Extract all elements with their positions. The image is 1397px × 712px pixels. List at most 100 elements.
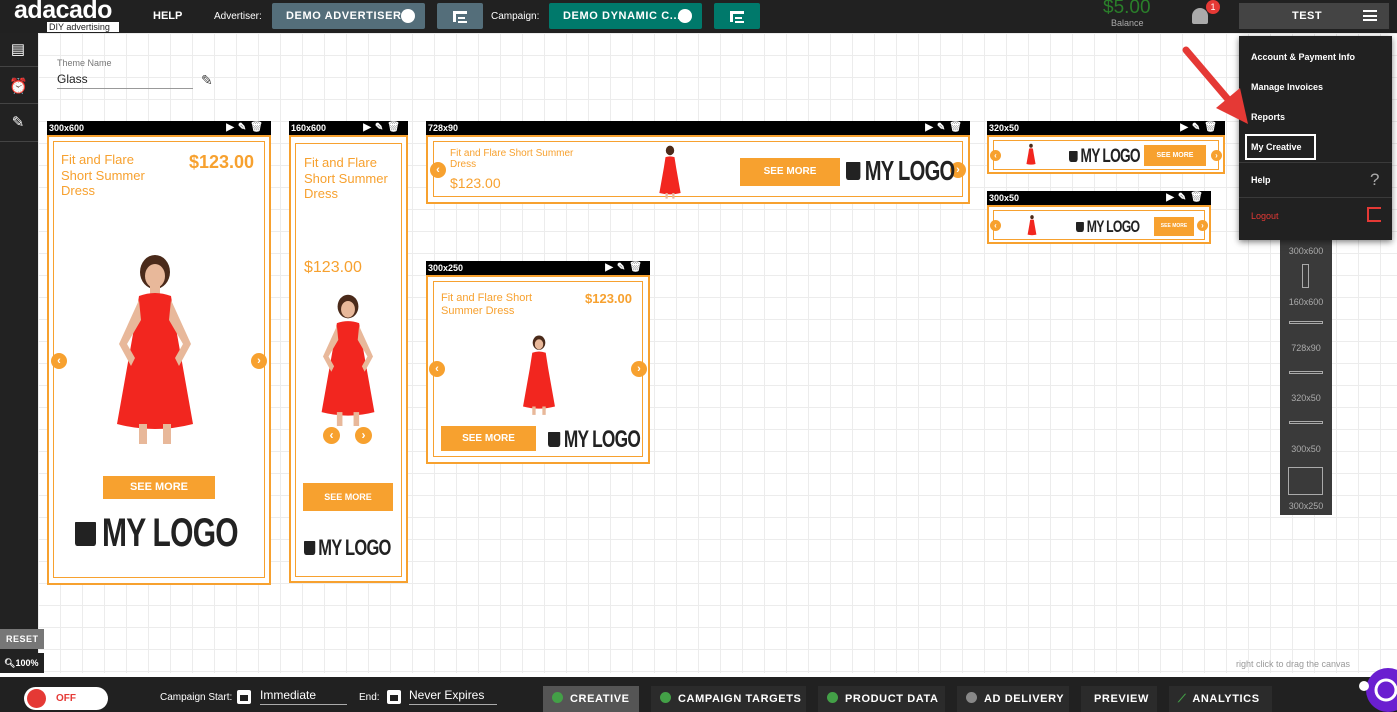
ad-300x50[interactable]: 300x50 ▶✎🗑 ‹ › MY LOGO SEE MORE <box>987 191 1211 244</box>
prev-arrow-icon[interactable]: ‹ <box>429 361 445 377</box>
model-image <box>117 255 193 444</box>
palette-item-300x600[interactable]: 300x600 <box>1280 246 1332 256</box>
ad-300x600[interactable]: 300x600 ▶✎🗑 Fit and Flare Short Summer Dr… <box>47 121 271 585</box>
banner-shape-icon[interactable] <box>1289 421 1323 424</box>
campaign-select[interactable]: DEMO DYNAMIC C... <box>549 3 702 29</box>
toggle-knob[interactable] <box>27 689 46 708</box>
advertiser-tree-button[interactable] <box>437 3 483 29</box>
drag-hint: right click to drag the canvas <box>1236 659 1351 669</box>
prev-arrow-icon[interactable]: ‹ <box>51 353 67 369</box>
hamburger-icon[interactable] <box>1363 10 1377 21</box>
divider <box>1239 197 1392 198</box>
brand-logo: MY LOGO <box>548 426 641 454</box>
tab-creative[interactable]: CREATIVE <box>543 686 639 712</box>
reset-button[interactable]: RESET <box>0 629 44 649</box>
menu-item-invoices[interactable]: Manage Invoices <box>1251 82 1323 92</box>
next-arrow-icon[interactable]: › <box>355 427 372 444</box>
edit-document-icon[interactable]: ✎ <box>9 115 27 131</box>
ad-728x90[interactable]: 728x90 ▶✎🗑 Fit and Flare Short Summer Dre… <box>426 121 970 204</box>
ad-tools[interactable]: ▶✎🗑 <box>1166 191 1207 205</box>
next-arrow-icon[interactable]: › <box>631 361 647 377</box>
ad-320x50[interactable]: 320x50 ▶✎🗑 ‹ › MY LOGO SEE MORE <box>987 121 1225 174</box>
menu-item-help[interactable]: Help <box>1251 175 1271 185</box>
menu-item-account[interactable]: Account & Payment Info <box>1251 52 1355 62</box>
gear-icon[interactable] <box>401 9 415 23</box>
prev-arrow-icon[interactable]: ‹ <box>430 162 446 178</box>
ad-160x600[interactable]: 160x600 ▶✎🗑 Fit and Flare Short Summer Dr… <box>289 121 408 583</box>
menu-item-logout[interactable]: Logout <box>1251 211 1279 221</box>
ad-tools[interactable]: ▶✎🗑 <box>925 121 966 135</box>
palette-item-300x250[interactable]: 300x250 <box>1280 501 1332 511</box>
notification-badge: 1 <box>1206 0 1220 14</box>
campaign-label: Campaign: <box>491 11 540 22</box>
help-icon[interactable]: ? <box>1370 170 1379 190</box>
tab-analytics[interactable]: ⟋ ANALYTICS <box>1169 686 1272 712</box>
tree-icon <box>730 11 744 23</box>
gear-icon[interactable] <box>678 9 692 23</box>
palette-item-728x90[interactable]: 728x90 <box>1280 343 1332 353</box>
logout-icon[interactable] <box>1367 207 1381 222</box>
product-price: $123.00 <box>189 152 255 172</box>
tab-preview[interactable]: PREVIEW <box>1081 686 1157 712</box>
zoom-button[interactable]: 🔍︎100% <box>0 653 44 673</box>
theme-name-input[interactable]: Glass <box>57 72 193 89</box>
see-more-button[interactable]: SEE MORE <box>740 158 840 186</box>
calendar-icon[interactable] <box>237 690 251 704</box>
menu-item-reports[interactable]: Reports <box>1251 112 1285 122</box>
palette-item-320x50[interactable]: 320x50 <box>1280 393 1332 403</box>
banner-shape-icon[interactable] <box>1289 321 1323 324</box>
gallery-icon[interactable]: ▤ <box>9 42 27 58</box>
size-palette: 300x600 160x600 728x90 320x50 300x50 300… <box>1280 238 1332 515</box>
check-circle-icon <box>827 692 838 703</box>
model-image <box>659 145 681 199</box>
prev-arrow-icon[interactable]: ‹ <box>990 220 1001 231</box>
ad-header: 160x600 ▶✎🗑 <box>289 121 408 135</box>
product-title: Fit and Flare Short Summer Dress <box>450 148 574 170</box>
magnifier-icon: 🔍︎ <box>4 658 16 668</box>
palette-item-300x50[interactable]: 300x50 <box>1280 444 1332 454</box>
divider <box>0 66 38 67</box>
banner-shape-icon[interactable] <box>1289 371 1323 374</box>
palette-item-160x600[interactable]: 160x600 <box>1280 297 1332 307</box>
ad-300x250[interactable]: 300x250 ▶✎🗑 Fit and Flare Short Summer Dr… <box>426 261 650 464</box>
alarm-clock-icon[interactable]: ⏰ <box>9 79 28 95</box>
tab-ad-delivery[interactable]: AD DELIVERY <box>957 686 1069 712</box>
next-arrow-icon[interactable]: › <box>1211 150 1222 161</box>
prev-arrow-icon[interactable]: ‹ <box>990 150 1001 161</box>
calendar-icon[interactable] <box>387 690 401 704</box>
help-link[interactable]: HELP <box>153 10 182 22</box>
advertiser-select[interactable]: DEMO ADVERTISER <box>272 3 425 29</box>
campaign-tree-button[interactable] <box>714 3 760 29</box>
ad-header: 300x50 ▶✎🗑 <box>987 191 1211 205</box>
tab-campaign-targets[interactable]: CAMPAIGN TARGETS <box>651 686 806 712</box>
see-more-button[interactable]: SEE MORE <box>303 483 393 511</box>
model-image <box>321 294 375 426</box>
rectangle-shape-icon[interactable] <box>1288 467 1323 495</box>
next-arrow-icon[interactable]: › <box>251 353 267 369</box>
tab-product-data[interactable]: PRODUCT DATA <box>818 686 945 712</box>
pencil-icon[interactable]: ✎ <box>201 72 213 89</box>
divider <box>0 141 38 142</box>
see-more-button[interactable]: SEE MORE <box>1144 145 1206 166</box>
campaign-start-input[interactable]: Immediate <box>260 688 347 705</box>
advertiser-label: Advertiser: <box>214 11 262 22</box>
model-image <box>523 335 555 415</box>
see-more-button[interactable]: SEE MORE <box>1154 217 1194 236</box>
see-more-button[interactable]: SEE MORE <box>441 426 536 451</box>
end-input[interactable]: Never Expires <box>409 688 497 705</box>
next-arrow-icon[interactable]: › <box>1197 220 1208 231</box>
ad-header: 300x600 ▶✎🗑 <box>47 121 271 135</box>
divider <box>1239 162 1392 163</box>
ad-tools[interactable]: ▶✎🗑 <box>226 121 267 135</box>
bell-icon[interactable] <box>1192 8 1208 24</box>
chat-widget-icon[interactable] <box>1356 668 1397 712</box>
check-circle-icon <box>552 692 563 703</box>
prev-arrow-icon[interactable]: ‹ <box>323 427 340 444</box>
skyscraper-shape-icon[interactable] <box>1302 264 1309 288</box>
product-price: $123.00 <box>450 175 501 191</box>
ad-tools[interactable]: ▶✎🗑 <box>363 121 404 135</box>
see-more-button[interactable]: SEE MORE <box>103 476 215 499</box>
product-title: Fit and Flare Short Summer Dress <box>61 152 145 199</box>
ad-header: 300x250 ▶✎🗑 <box>426 261 650 275</box>
ad-tools[interactable]: ▶✎🗑 <box>605 261 646 275</box>
